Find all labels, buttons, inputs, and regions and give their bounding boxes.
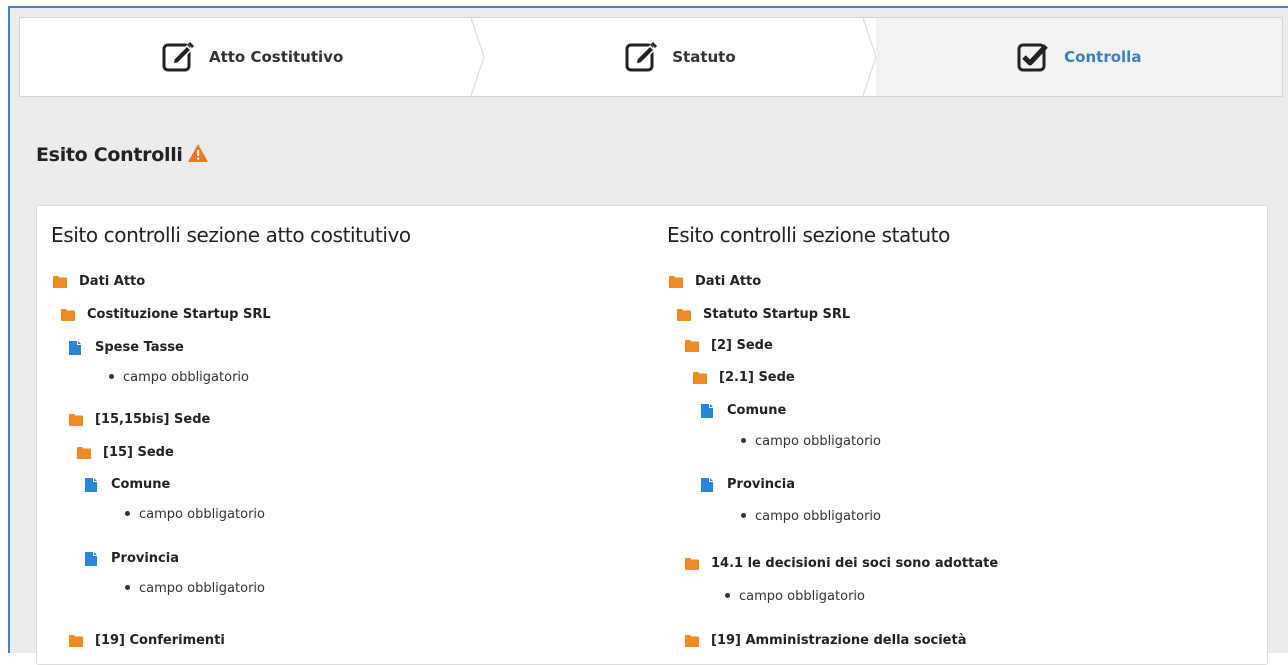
tree-file-item[interactable]: Provincia	[701, 477, 795, 492]
tree-item-label: Statuto Startup SRL	[703, 307, 851, 322]
tree-folder-item[interactable]: [15] Sede	[77, 445, 174, 460]
tree-file-item[interactable]: Provincia	[85, 551, 179, 566]
error-message: campo obbligatorio	[125, 581, 265, 596]
tree-item-label: [19] Amministrazione della società	[711, 633, 967, 648]
results-card: Esito controlli sezione atto costitutivo…	[36, 205, 1268, 665]
tree-folder-item[interactable]: [2] Sede	[685, 338, 773, 353]
folder-icon	[685, 635, 699, 647]
edit-icon	[625, 42, 658, 72]
tree-item-label: [19] Conferimenti	[95, 633, 225, 648]
error-message-text: campo obbligatorio	[755, 509, 881, 524]
error-message-text: campo obbligatorio	[123, 370, 249, 385]
tree-folder-item[interactable]: Costituzione Startup SRL	[61, 307, 271, 322]
error-message-text: campo obbligatorio	[139, 581, 265, 596]
tree-item-label: Comune	[111, 477, 171, 492]
error-message: campo obbligatorio	[125, 507, 265, 522]
folder-icon	[685, 558, 699, 570]
tree-item-label: [15] Sede	[103, 445, 174, 460]
folder-icon	[61, 309, 75, 321]
tree-item-label: Dati Atto	[695, 274, 762, 289]
tree-item-label: Costituzione Startup SRL	[87, 307, 271, 322]
error-message: campo obbligatorio	[741, 434, 881, 449]
file-icon	[85, 551, 97, 566]
folder-icon	[69, 635, 83, 647]
step-label: Statuto	[672, 48, 736, 66]
tree-file-item[interactable]: Comune	[701, 403, 786, 418]
tree-folder-item[interactable]: [15,15bis] Sede	[69, 412, 210, 427]
tree-folder-item[interactable]: Dati Atto	[53, 274, 145, 289]
tree-item-label: Comune	[727, 403, 787, 418]
folder-icon	[53, 276, 67, 288]
tree-item-label: [15,15bis] Sede	[95, 412, 211, 427]
wizard-steps: Atto Costitutivo Statuto Controlla	[19, 17, 1283, 97]
tree-item-label: 14.1 le decisioni dei soci sono adottate	[711, 556, 999, 571]
section-title: Esito controlli sezione statuto	[667, 223, 950, 247]
folder-icon	[677, 309, 691, 321]
tree-file-item[interactable]: Comune	[85, 477, 170, 492]
folder-icon	[685, 340, 699, 352]
step-label: Atto Costitutivo	[208, 48, 344, 66]
tree-folder-item[interactable]: Statuto Startup SRL	[677, 307, 850, 322]
page-title: Esito Controlli	[36, 144, 208, 166]
file-icon	[85, 477, 97, 492]
tree-item-label: Provincia	[111, 551, 179, 566]
step-atto-costitutivo[interactable]: Atto Costitutivo	[20, 18, 485, 96]
file-icon	[701, 403, 713, 418]
folder-icon	[69, 414, 83, 426]
step-label: Controlla	[1064, 48, 1142, 66]
step-controlla[interactable]: Controlla	[875, 18, 1282, 96]
step-statuto[interactable]: Statuto	[484, 18, 877, 96]
section-title: Esito controlli sezione atto costitutivo	[51, 223, 411, 247]
file-icon	[69, 340, 81, 355]
error-message: campo obbligatorio	[109, 370, 249, 385]
error-message: campo obbligatorio	[725, 589, 865, 604]
tree-folder-item[interactable]: 14.1 le decisioni dei soci sono adottate	[685, 556, 998, 571]
step-separator	[471, 18, 485, 96]
tree-file-item[interactable]: Spese Tasse	[69, 340, 184, 355]
check-square-icon	[1017, 43, 1048, 72]
file-icon	[701, 477, 713, 492]
tree-folder-item[interactable]: [19] Amministrazione della società	[685, 633, 966, 648]
tree-folder-item[interactable]: [2.1] Sede	[693, 370, 795, 385]
edit-icon	[162, 42, 194, 72]
folder-icon	[693, 372, 707, 384]
error-message-text: campo obbligatorio	[739, 589, 865, 604]
step-separator	[862, 18, 877, 96]
folder-icon	[77, 447, 91, 459]
error-message-text: campo obbligatorio	[139, 507, 265, 522]
tree-item-label: [2] Sede	[711, 338, 773, 353]
tree-folder-item[interactable]: [19] Conferimenti	[69, 633, 225, 648]
tree-folder-item[interactable]: Dati Atto	[669, 274, 761, 289]
error-message: campo obbligatorio	[741, 509, 881, 524]
tree-item-label: Dati Atto	[79, 274, 146, 289]
tree-item-label: Spese Tasse	[95, 340, 184, 355]
error-message-text: campo obbligatorio	[755, 434, 881, 449]
tree-item-label: [2.1] Sede	[719, 370, 795, 385]
tree-item-label: Provincia	[727, 477, 795, 492]
folder-icon	[669, 276, 683, 288]
warning-icon	[187, 144, 208, 162]
